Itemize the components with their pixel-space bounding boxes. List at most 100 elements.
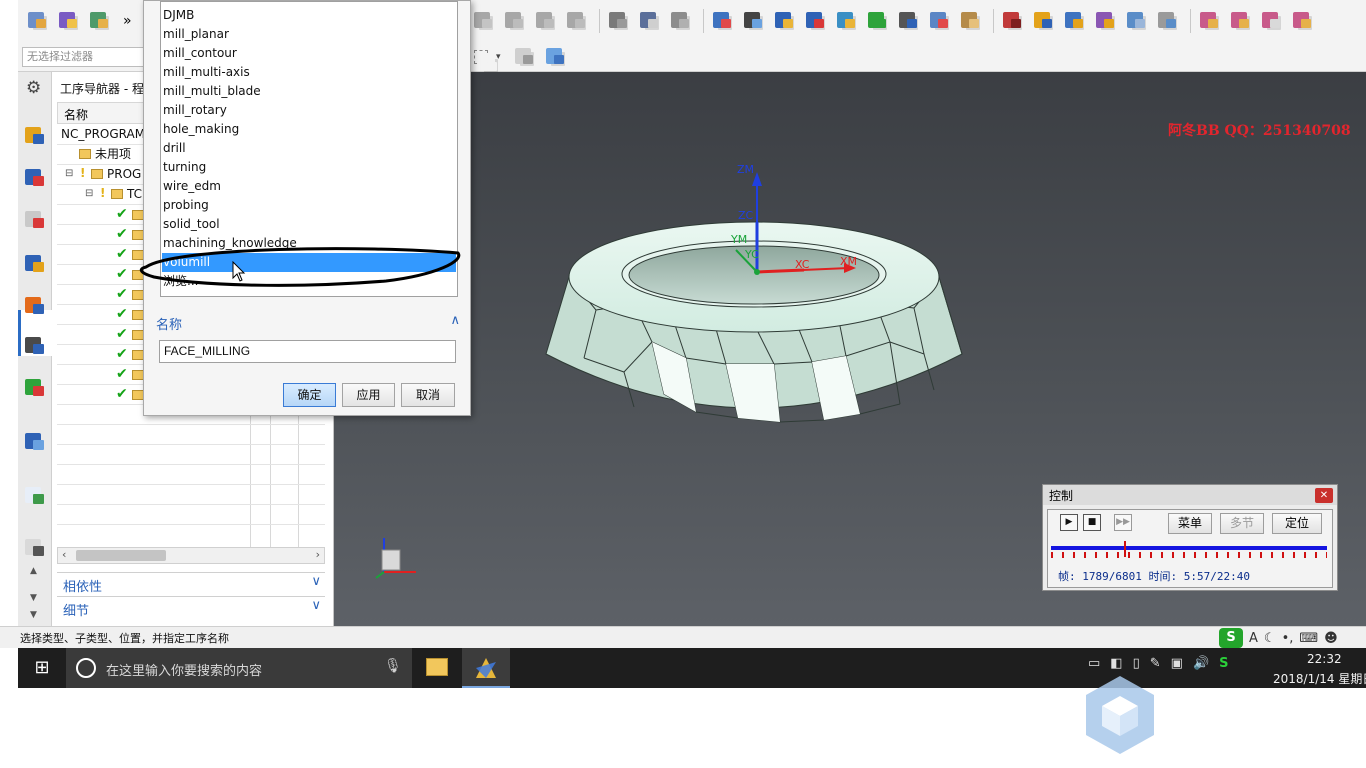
tree-node-nc-program[interactable]: NC_PROGRAM: [61, 124, 145, 144]
scroll-up-arrow-icon[interactable]: ▲: [30, 566, 37, 576]
info-icon[interactable]: [23, 430, 47, 454]
name-section-header[interactable]: 名称 ∧: [144, 311, 470, 333]
tool-insert-icon[interactable]: [771, 8, 797, 34]
font-icon[interactable]: A: [1249, 631, 1258, 646]
list-item[interactable]: drill: [162, 139, 456, 158]
app-tray-icon[interactable]: ◧: [1110, 656, 1122, 671]
box-icon[interactable]: [1227, 8, 1253, 34]
ipw-icon[interactable]: [1030, 8, 1056, 34]
microphone-icon[interactable]: 🎙: [384, 658, 402, 674]
network-device-icon[interactable]: ▭: [1088, 656, 1100, 671]
multi-section-button[interactable]: 多节: [1220, 513, 1264, 534]
box-edit-icon[interactable]: [1289, 8, 1315, 34]
sogou-tray-icon[interactable]: S: [1219, 656, 1228, 671]
list-item[interactable]: mill_rotary: [162, 101, 456, 120]
reuse-library-icon[interactable]: [23, 376, 47, 400]
verify-icon[interactable]: [605, 8, 631, 34]
settings-gear-icon[interactable]: ⚙: [26, 78, 41, 98]
list-item[interactable]: solid_tool: [162, 215, 456, 234]
cancel-button[interactable]: 取消: [401, 383, 455, 407]
postprocess-icon[interactable]: [926, 8, 952, 34]
time-icon[interactable]: [667, 8, 693, 34]
list-item[interactable]: probing: [162, 196, 456, 215]
usb-icon[interactable]: ▯: [1133, 656, 1140, 671]
locate-button[interactable]: 定位: [1272, 513, 1322, 534]
scroll-down-arrow-icon[interactable]: ▼: [30, 593, 37, 603]
moon-icon[interactable]: ☾: [1264, 631, 1276, 646]
pen-icon[interactable]: ✎: [1150, 656, 1161, 671]
timeline-track[interactable]: [1051, 546, 1327, 550]
navigator-horizontal-scrollbar[interactable]: ‹ ›: [57, 547, 325, 564]
rotate-icon[interactable]: [1154, 8, 1180, 34]
list-item[interactable]: mill_multi_blade: [162, 82, 456, 101]
scroll-right-arrow-icon[interactable]: ›: [316, 548, 320, 561]
history-clock-icon[interactable]: [23, 536, 47, 560]
box-cut-icon[interactable]: [1258, 8, 1284, 34]
list-item[interactable]: mill_multi-axis: [162, 63, 456, 82]
tool-remove-icon[interactable]: [802, 8, 828, 34]
file-explorer-taskbar-button[interactable]: [414, 648, 462, 688]
check-icon[interactable]: [864, 8, 890, 34]
generate-icon[interactable]: [709, 8, 735, 34]
dependencies-section[interactable]: 相依性 ∨: [57, 572, 325, 595]
apply-button[interactable]: 应用: [342, 383, 395, 407]
feature-icon[interactable]: [1061, 8, 1087, 34]
volume-icon[interactable]: 🔊: [1193, 656, 1209, 671]
keyboard-icon[interactable]: ⌨: [1299, 631, 1318, 646]
list-item[interactable]: turning: [162, 158, 456, 177]
assembly-navigator-icon[interactable]: [23, 124, 47, 148]
nx-taskbar-button[interactable]: [462, 648, 510, 688]
list-item[interactable]: DJMB: [162, 6, 456, 25]
create-program-icon[interactable]: [24, 8, 50, 34]
scroll-left-arrow-icon[interactable]: ‹: [62, 548, 66, 561]
toolpath-list-icon[interactable]: [501, 8, 527, 34]
operation-navigator-icon[interactable]: [23, 252, 47, 276]
toolbar-overflow-button[interactable]: »: [123, 13, 132, 29]
package-icon[interactable]: [957, 8, 983, 34]
toolpath-replay-icon[interactable]: [563, 8, 589, 34]
sogou-ime-icon[interactable]: S: [1219, 628, 1243, 648]
user-icon[interactable]: ☻: [1324, 631, 1338, 646]
windows-start-icon[interactable]: ⊞: [18, 648, 66, 688]
constraint-navigator-icon[interactable]: [23, 166, 47, 190]
machine-navigator-icon[interactable]: [23, 294, 47, 318]
create-tool-icon[interactable]: [55, 8, 81, 34]
list-icon[interactable]: [895, 8, 921, 34]
tree-node-unused[interactable]: 未用项: [95, 144, 131, 164]
details-section[interactable]: 细节 ∨: [57, 596, 325, 619]
blank-icon[interactable]: [999, 8, 1025, 34]
stop-button-icon[interactable]: ■: [1083, 514, 1101, 531]
list-item[interactable]: mill_contour: [162, 44, 456, 63]
list-item[interactable]: hole_making: [162, 120, 456, 139]
chevron-up-icon[interactable]: ∧: [450, 313, 460, 328]
chevron-down-icon[interactable]: ∨: [311, 574, 321, 589]
toolpath-edit-icon[interactable]: [470, 8, 496, 34]
transform-icon[interactable]: [1123, 8, 1149, 34]
punctuation-icon[interactable]: •,: [1282, 631, 1294, 646]
layer-icon[interactable]: [1196, 8, 1222, 34]
machine-control-icon[interactable]: [740, 8, 766, 34]
select-mode-chevron-icon[interactable]: ▾: [496, 52, 501, 62]
selection-filter-dropdown[interactable]: 无选择过滤器: [22, 47, 148, 67]
tree-node-tc[interactable]: TC: [127, 184, 142, 204]
shop-doc-icon[interactable]: [636, 8, 662, 34]
ok-button[interactable]: 确定: [283, 383, 336, 407]
part-navigator-icon[interactable]: [23, 208, 47, 232]
taskbar-search-box[interactable]: 在这里输入你要搜索的内容 🎙: [66, 648, 412, 688]
tree-node-program[interactable]: PROG: [107, 164, 141, 184]
list-item[interactable]: mill_planar: [162, 25, 456, 44]
menu-button[interactable]: 菜单: [1168, 513, 1212, 534]
tool-library-icon[interactable]: [23, 334, 47, 358]
assembly-icon[interactable]: [1092, 8, 1118, 34]
web-browser-icon[interactable]: [23, 484, 47, 508]
operation-name-field[interactable]: FACE_MILLING: [159, 340, 456, 363]
clock-time[interactable]: 22:32: [1307, 652, 1342, 666]
rect-select-icon[interactable]: [474, 50, 497, 71]
view-cube-icon[interactable]: [542, 44, 568, 70]
list-item[interactable]: wire_edm: [162, 177, 456, 196]
network-icon[interactable]: ▣: [1171, 656, 1183, 671]
timeline-playhead[interactable]: [1123, 541, 1126, 557]
step-button-icon[interactable]: ▶▶: [1114, 514, 1132, 531]
scrollbar-thumb[interactable]: [76, 550, 166, 561]
create-geometry-icon[interactable]: [86, 8, 112, 34]
